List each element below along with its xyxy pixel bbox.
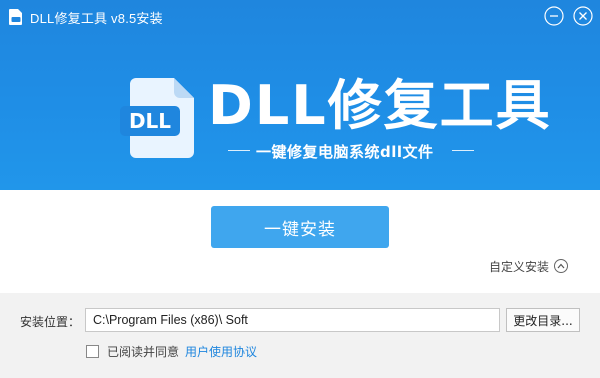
product-title: DLL修复工具	[208, 74, 552, 137]
app-icon	[9, 9, 22, 25]
chevron-up-icon	[554, 259, 569, 273]
product-subtitle: 一键修复电脑系统dll文件	[256, 143, 434, 161]
agree-label: 已阅读并同意	[107, 344, 180, 359]
title-bar[interactable]: DLL修复工具 v8.5安装	[0, 0, 600, 32]
change-directory-button[interactable]: 更改目录...	[506, 308, 580, 332]
agree-checkbox[interactable]	[86, 344, 99, 358]
custom-install-label: 自定义安装	[489, 259, 550, 274]
minimize-icon[interactable]	[543, 5, 565, 27]
install-location-label: 安装位置：	[20, 315, 81, 329]
agreement-row: 已阅读并同意 用户使用协议	[86, 342, 257, 360]
subtitle-divider-right	[452, 150, 474, 151]
user-agreement-link[interactable]: 用户使用协议	[185, 343, 257, 360]
window-title: DLL修复工具 v8.5安装	[30, 11, 163, 26]
install-path-input[interactable]: C:\Program Files (x86)\ Soft	[85, 308, 500, 332]
dll-file-logo-icon: DLL	[120, 78, 194, 158]
header-banner: DLL修复工具 v8.5安装 DLL DLL修复工具 一键修复电脑系统dll文件	[0, 0, 600, 190]
one-click-install-button[interactable]: 一键安装	[211, 206, 389, 248]
close-icon[interactable]	[572, 5, 594, 27]
subtitle-divider-left	[228, 150, 250, 151]
custom-install-toggle[interactable]: 自定义安装	[489, 257, 569, 275]
install-options-panel	[0, 293, 600, 378]
logo-icon-label: DLL	[129, 109, 171, 133]
